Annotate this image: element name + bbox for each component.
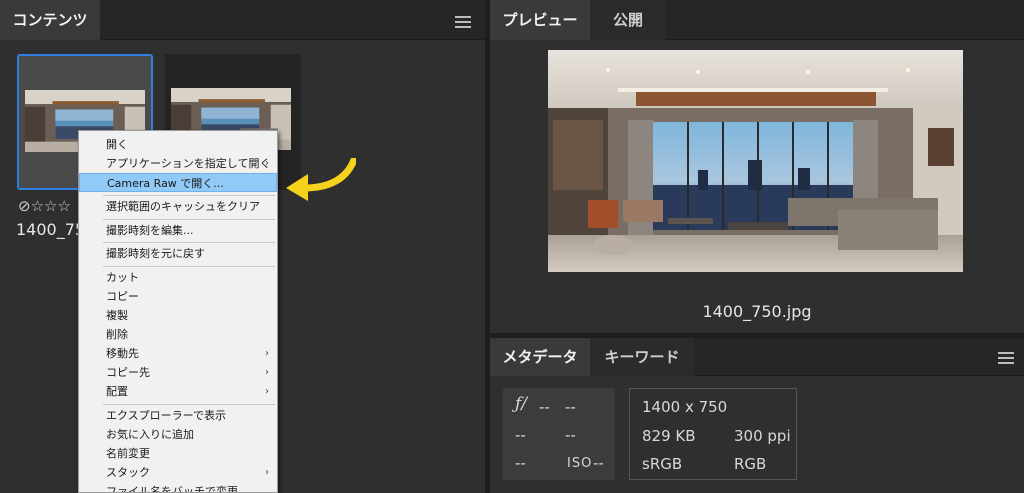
tab-contents[interactable]: コンテンツ xyxy=(0,0,100,40)
metadata-tabbar: メタデータ キーワード xyxy=(490,338,1024,376)
menu-separator xyxy=(103,195,275,196)
tab-publish[interactable]: 公開 xyxy=(590,0,666,40)
color-mode-value: RGB xyxy=(734,455,767,473)
menu-item-open[interactable]: 開く xyxy=(79,135,277,154)
tab-metadata[interactable]: メタデータ xyxy=(490,338,590,376)
menu-item-label: ファイル名をバッチで変更 xyxy=(106,485,238,493)
menu-item-delete[interactable]: 削除 xyxy=(79,325,277,344)
resolution-value: 300 ppi xyxy=(734,427,791,445)
preview-filename: 1400_750.jpg xyxy=(702,302,812,321)
menu-item-label: アプリケーションを指定して開く xyxy=(106,157,271,170)
menu-item-label: カット xyxy=(106,271,139,284)
color-profile-value: sRGB xyxy=(642,455,683,473)
menu-item-open-camera-raw[interactable]: Camera Raw で開く... xyxy=(79,173,277,192)
menu-item-label: 撮影時刻を編集... xyxy=(106,224,194,237)
submenu-arrow-icon: › xyxy=(265,467,269,478)
menu-separator xyxy=(103,266,275,267)
rating-stars[interactable]: ⊘☆☆☆ xyxy=(18,197,71,215)
menu-item-duplicate[interactable]: 複製 xyxy=(79,306,277,325)
menu-item-label: 開く xyxy=(106,138,128,151)
thumbnail-filename: 1400_75 xyxy=(16,220,86,239)
file-info-box: 1400 x 750 829 KB 300 ppi sRGB RGB xyxy=(629,388,797,480)
menu-item-rename[interactable]: 名前変更 xyxy=(79,444,277,463)
preview-image xyxy=(548,50,963,272)
panel-menu-icon[interactable] xyxy=(455,16,471,28)
menu-item-add-favorite[interactable]: お気に入りに追加 xyxy=(79,425,277,444)
metering-value: -- xyxy=(515,454,526,472)
menu-item-revert-capture-time[interactable]: 撮影時刻を元に戻す xyxy=(79,244,277,263)
fnumber-value: -- xyxy=(539,398,550,416)
focal-value: -- xyxy=(565,426,576,444)
submenu-arrow-icon: › xyxy=(265,386,269,397)
menu-item-label: コピー先 xyxy=(106,366,150,379)
menu-item-label: 配置 xyxy=(106,385,128,398)
menu-item-cut[interactable]: カット xyxy=(79,268,277,287)
submenu-arrow-icon: › xyxy=(265,348,269,359)
shutter-value: -- xyxy=(565,398,576,416)
menu-item-move-to[interactable]: 移動先 › xyxy=(79,344,277,363)
menu-item-stack[interactable]: スタック › xyxy=(79,463,277,482)
dimensions-value: 1400 x 750 xyxy=(642,398,728,416)
submenu-arrow-icon: › xyxy=(265,158,269,169)
preview-tabbar: プレビュー 公開 xyxy=(490,0,1024,40)
menu-item-label: 選択範囲のキャッシュをクリア xyxy=(106,200,260,213)
menu-item-label: スタック xyxy=(106,466,150,479)
tab-keywords[interactable]: キーワード xyxy=(590,338,694,376)
menu-item-label: エクスプローラーで表示 xyxy=(106,409,227,422)
menu-item-label: コピー xyxy=(106,290,139,303)
context-menu: 開く アプリケーションを指定して開く › Camera Raw で開く... 選択… xyxy=(78,130,278,493)
menu-item-open-with[interactable]: アプリケーションを指定して開く › xyxy=(79,154,277,173)
tab-preview[interactable]: プレビュー xyxy=(490,0,590,40)
contents-tabbar: コンテンツ xyxy=(0,0,485,40)
exposure-comp-value: -- xyxy=(515,426,526,444)
iso-value: -- xyxy=(593,454,604,472)
menu-separator xyxy=(103,242,275,243)
menu-item-label: 削除 xyxy=(106,328,128,341)
menu-item-label: お気に入りに追加 xyxy=(106,428,194,441)
menu-item-edit-capture-time[interactable]: 撮影時刻を編集... xyxy=(79,221,277,240)
menu-separator xyxy=(103,404,275,405)
menu-item-place[interactable]: 配置 › xyxy=(79,382,277,401)
menu-item-show-in-explorer[interactable]: エクスプローラーで表示 xyxy=(79,406,277,425)
menu-item-clear-cache[interactable]: 選択範囲のキャッシュをクリア xyxy=(79,197,277,216)
panel-menu-icon[interactable] xyxy=(998,352,1014,364)
submenu-arrow-icon: › xyxy=(265,367,269,378)
menu-item-label: 移動先 xyxy=(106,347,139,360)
menu-item-label: Camera Raw で開く... xyxy=(107,177,224,190)
menu-separator xyxy=(103,219,275,220)
menu-item-label: 複製 xyxy=(106,309,128,322)
metadata-panel: メタデータ キーワード ƒ/ -- -- -- -- -- ISO -- 140… xyxy=(490,338,1024,493)
iso-label: ISO xyxy=(567,456,593,471)
file-size-value: 829 KB xyxy=(642,427,696,445)
menu-item-batch-rename[interactable]: ファイル名をバッチで変更 xyxy=(79,482,277,493)
yellow-arrow-icon xyxy=(286,158,356,201)
menu-item-copy[interactable]: コピー xyxy=(79,287,277,306)
fnumber-symbol: ƒ/ xyxy=(515,394,528,414)
menu-item-label: 名前変更 xyxy=(106,447,150,460)
preview-panel: プレビュー 公開 1400_750.jpg xyxy=(490,0,1024,333)
menu-item-copy-to[interactable]: コピー先 › xyxy=(79,363,277,382)
exposure-info-box: ƒ/ -- -- -- -- -- ISO -- xyxy=(503,388,615,480)
menu-item-label: 撮影時刻を元に戻す xyxy=(106,247,205,260)
